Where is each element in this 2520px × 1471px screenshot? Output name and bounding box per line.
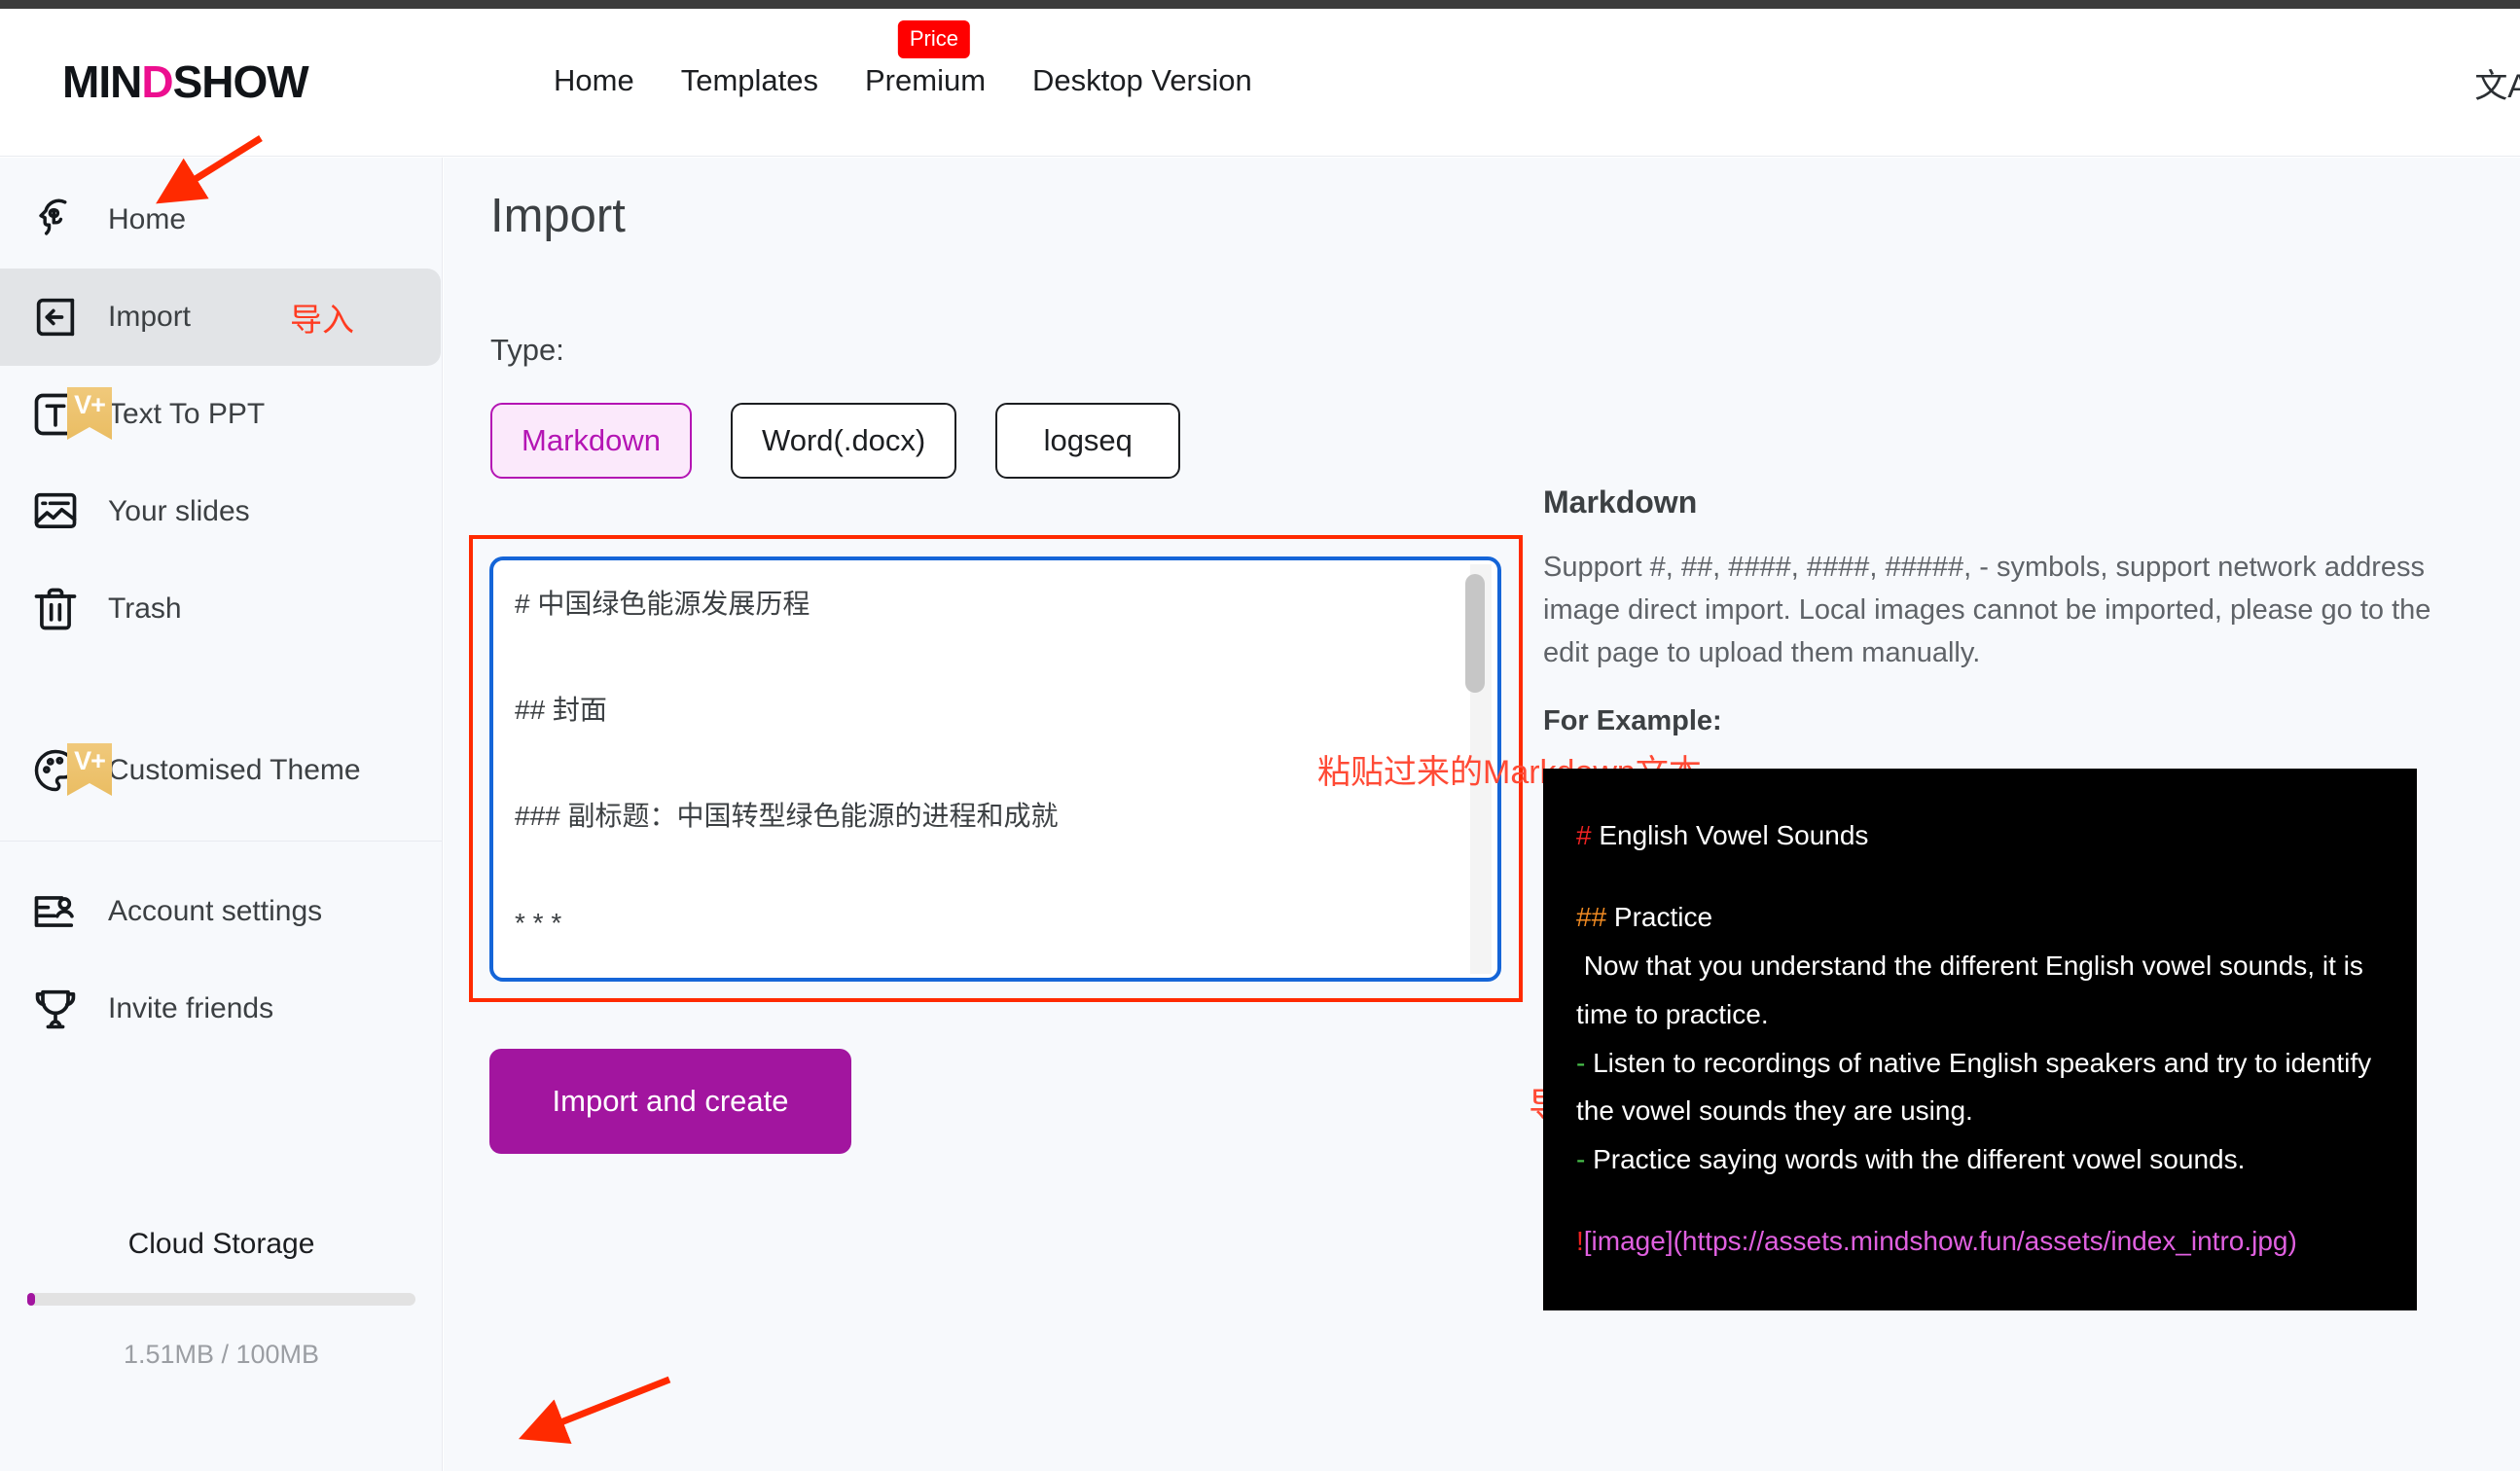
vip-badge-text-to-ppt: V+ — [67, 387, 112, 440]
type-option-markdown[interactable]: Markdown — [490, 403, 692, 479]
code-line-6: ![image](https://assets.mindshow.fun/ass… — [1576, 1217, 2384, 1266]
code-token-dash-2: - — [1576, 1144, 1586, 1175]
markdown-help-panel: Markdown Support #, ##, ####, ####, ####… — [1543, 484, 2438, 1310]
code-line-1: # English Vowel Sounds — [1576, 811, 2384, 860]
sidebar-item-text-to-ppt-label: Text To PPT — [108, 398, 266, 430]
brain-head-icon — [24, 189, 87, 251]
code-token-dash-1: - — [1576, 1047, 1586, 1078]
cloud-storage-amount: 1.51MB / 100MB — [123, 1340, 320, 1369]
page-title: Import — [490, 190, 626, 242]
import-and-create-button[interactable]: Import and create — [489, 1049, 851, 1154]
code-line-2: ## Practice — [1576, 893, 2384, 942]
text-box-icon: V+ — [24, 383, 112, 446]
nav-links: Home Templates Price Premium Desktop Ver… — [530, 20, 1276, 102]
nav-link-templates-label: Templates — [680, 63, 818, 97]
cloud-storage-progress-fill — [27, 1293, 35, 1306]
sidebar-item-import-label: Import — [108, 301, 192, 333]
mindshow-logo[interactable]: MINDSHOW — [62, 55, 309, 108]
sidebar-item-trash[interactable]: Trash — [0, 560, 442, 658]
cloud-storage-progress-bar — [27, 1293, 415, 1306]
cloud-storage-title: Cloud Storage — [127, 1228, 315, 1260]
nav-link-home[interactable]: Home — [530, 59, 658, 102]
sidebar-item-trash-label: Trash — [108, 592, 182, 625]
code-token-image-bang: ! — [1576, 1226, 1584, 1257]
slides-image-icon — [24, 481, 87, 543]
type-options-row: Markdown Word(.docx) logseq — [490, 403, 1181, 479]
type-label: Type: — [490, 333, 564, 367]
trash-icon — [24, 578, 87, 640]
sidebar-item-your-slides[interactable]: Your slides — [0, 463, 442, 560]
code-line-5: - Practice saying words with the differe… — [1576, 1135, 2384, 1184]
sidebar-item-customised-theme-label: Customised Theme — [108, 754, 361, 786]
account-card-icon — [24, 880, 87, 943]
main-content: Import Type: Markdown Word(.docx) logseq… — [444, 158, 2520, 1471]
top-navbar: MINDSHOW Home Templates Price Premium De… — [0, 9, 2520, 157]
nav-link-desktop-version-label: Desktop Version — [1032, 63, 1252, 97]
browser-chrome-strip — [0, 0, 2520, 9]
code-line-5-text: Practice saying words with the different… — [1585, 1144, 2246, 1175]
markdown-help-example-label: For Example: — [1543, 705, 1722, 737]
code-line-1-text: English Vowel Sounds — [1591, 820, 1869, 851]
sidebar-item-text-to-ppt[interactable]: V+ Text To PPT — [0, 366, 442, 463]
sidebar-item-invite-friends-label: Invite friends — [108, 992, 274, 1024]
sidebar: Home Import 导入 V+ Text To PPT Your slide… — [0, 158, 443, 1471]
sidebar-item-import[interactable]: Import 导入 — [0, 269, 441, 366]
logo-text-right: SHOW — [172, 56, 309, 107]
logo-text-left: MIN — [62, 56, 142, 107]
language-switch-icon[interactable]: 文A — [2474, 59, 2520, 107]
sidebar-divider — [0, 841, 442, 842]
code-token-h1: # — [1576, 820, 1592, 851]
sidebar-item-home-label: Home — [108, 203, 187, 235]
code-token-image-url: (https://assets.mindshow.fun/assets/inde… — [1673, 1226, 2297, 1257]
type-option-logseq[interactable]: logseq — [995, 403, 1181, 479]
price-badge: Price — [897, 20, 970, 58]
nav-link-premium[interactable]: Price Premium — [842, 20, 1009, 102]
markdown-help-heading: Markdown — [1543, 484, 1698, 520]
code-token-h2: ## — [1576, 902, 1607, 933]
trophy-icon — [24, 978, 87, 1040]
sidebar-item-invite-friends[interactable]: Invite friends — [0, 960, 442, 1058]
vip-badge-customised-theme: V+ — [67, 743, 112, 796]
app-root: MINDSHOW Home Templates Price Premium De… — [0, 0, 2520, 1471]
nav-link-home-label: Home — [554, 63, 634, 97]
markdown-scrollbar-thumb[interactable] — [1465, 574, 1485, 693]
import-arrow-icon — [24, 286, 87, 348]
sidebar-item-account-settings-label: Account settings — [108, 895, 323, 927]
code-token-image-bracket: [image] — [1583, 1226, 1674, 1257]
import-annotation-label: 导入 — [290, 302, 354, 338]
code-line-2-text: Practice — [1606, 902, 1713, 933]
type-option-word-docx[interactable]: Word(.docx) — [731, 403, 957, 479]
sidebar-item-account-settings[interactable]: Account settings — [0, 863, 442, 960]
markdown-example-code-block: # English Vowel Sounds ## Practice Now t… — [1543, 769, 2417, 1310]
sidebar-item-customised-theme[interactable]: V+ Customised Theme — [0, 722, 442, 819]
logo-d-mark: D — [141, 56, 173, 107]
markdown-help-description: Support #, ##, ####, ####, #####, - symb… — [1543, 552, 2431, 669]
code-line-3: Now that you understand the different En… — [1576, 950, 2371, 1029]
nav-link-premium-label: Premium — [865, 63, 987, 97]
sidebar-item-your-slides-label: Your slides — [108, 495, 250, 527]
nav-link-desktop-version[interactable]: Desktop Version — [1009, 59, 1276, 102]
nav-link-templates[interactable]: Templates — [658, 59, 842, 102]
sidebar-item-home[interactable]: Home — [0, 171, 442, 269]
code-line-4-text: Listen to recordings of native English s… — [1576, 1047, 2379, 1127]
code-line-4: - Listen to recordings of native English… — [1576, 1039, 2384, 1136]
cloud-storage-section: Cloud Storage 1.51MB / 100MB — [0, 1228, 443, 1370]
palette-icon: V+ — [24, 739, 112, 802]
